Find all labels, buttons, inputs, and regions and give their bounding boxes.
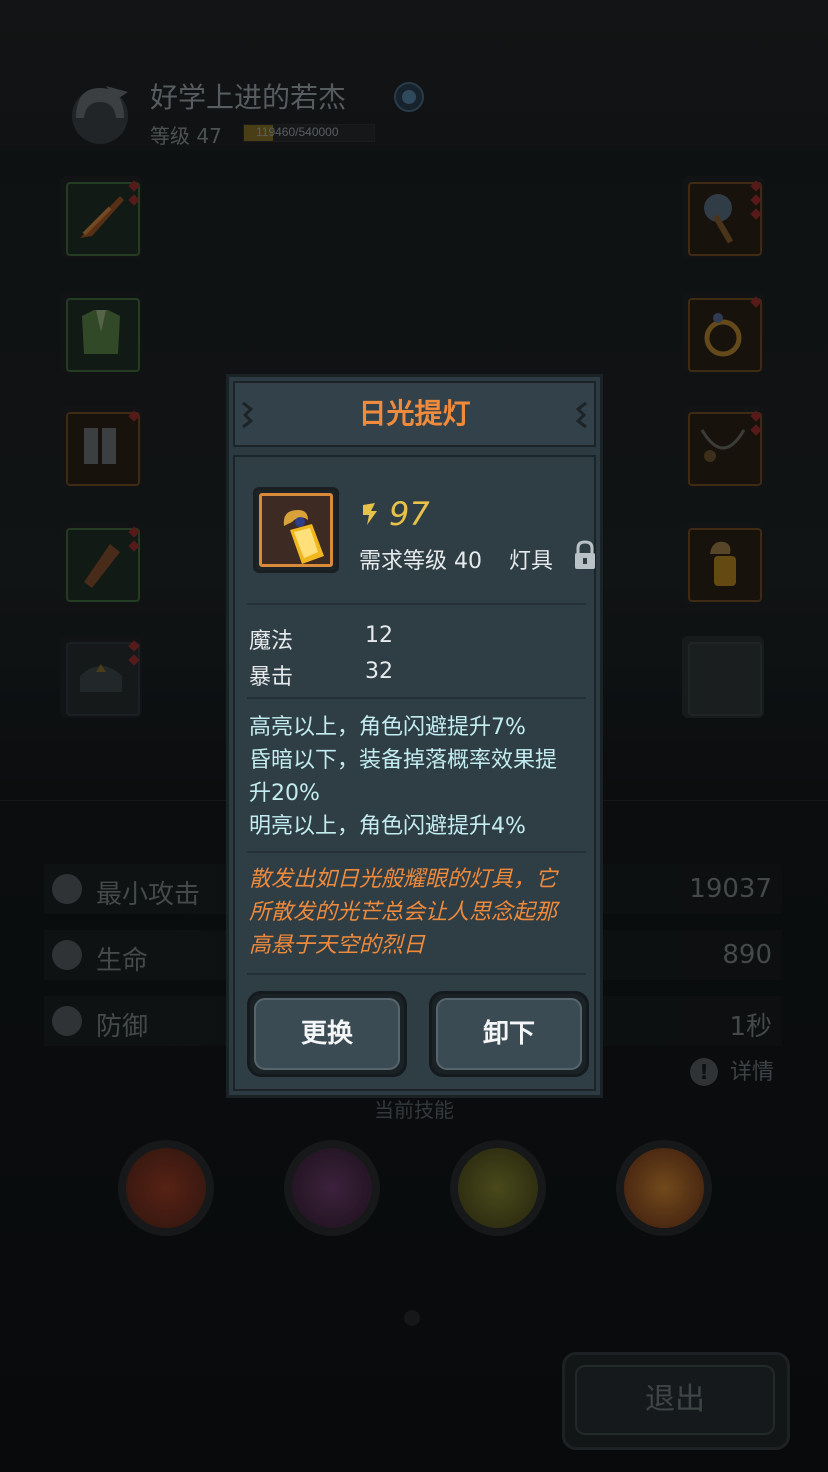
effect-line: 高亮以上，角色闪避提升7% [249, 715, 526, 740]
description-line: 高悬于天空的烈日 [249, 933, 426, 958]
divider [247, 603, 586, 605]
effect-line: 明亮以上，角色闪避提升4% [249, 814, 526, 839]
effect-line: 昏暗以下，装备掉落概率效果提 [249, 748, 558, 773]
item-type: 灯具 [509, 549, 554, 574]
item-description: 散发出如日光般耀眼的灯具，它 所散发的光芒总会让人思念起那 高悬于天空的烈日 [249, 863, 589, 962]
divider [247, 851, 586, 853]
attribute-value: 12 [365, 623, 393, 648]
item-icon [253, 487, 339, 573]
lock-icon[interactable] [572, 539, 598, 571]
unequip-button[interactable]: 卸下 [429, 991, 589, 1077]
effect-line: 升20% [249, 781, 320, 806]
item-detail-modal: 日光提灯 97 需求等级 40 灯具 魔法 12 暴击 32 高亮以上，角色闪避… [226, 374, 603, 1098]
description-line: 散发出如日光般耀眼的灯具，它 [249, 867, 558, 892]
ornament-icon [575, 401, 587, 429]
modal-header: 日光提灯 [233, 381, 596, 447]
attribute-value: 32 [365, 659, 393, 684]
lantern-icon [283, 510, 324, 564]
item-title: 日光提灯 [358, 397, 471, 430]
power-icon [363, 503, 377, 525]
replace-label: 更换 [254, 998, 400, 1070]
attribute-name: 暴击 [249, 665, 294, 690]
unequip-label: 卸下 [436, 998, 582, 1070]
item-power: 97 [359, 495, 430, 533]
divider [247, 973, 586, 975]
divider [247, 697, 586, 699]
modal-body: 97 需求等级 40 灯具 魔法 12 暴击 32 高亮以上，角色闪避提升7% … [233, 455, 596, 1091]
attribute-name: 魔法 [249, 629, 294, 654]
ornament-icon [242, 401, 254, 429]
effect-list: 高亮以上，角色闪避提升7% 昏暗以下，装备掉落概率效果提 升20% 明亮以上，角… [249, 711, 589, 843]
description-line: 所散发的光芒总会让人思念起那 [249, 900, 558, 925]
power-value: 97 [389, 495, 430, 533]
replace-button[interactable]: 更换 [247, 991, 407, 1077]
required-level: 需求等级 40 [359, 549, 482, 574]
